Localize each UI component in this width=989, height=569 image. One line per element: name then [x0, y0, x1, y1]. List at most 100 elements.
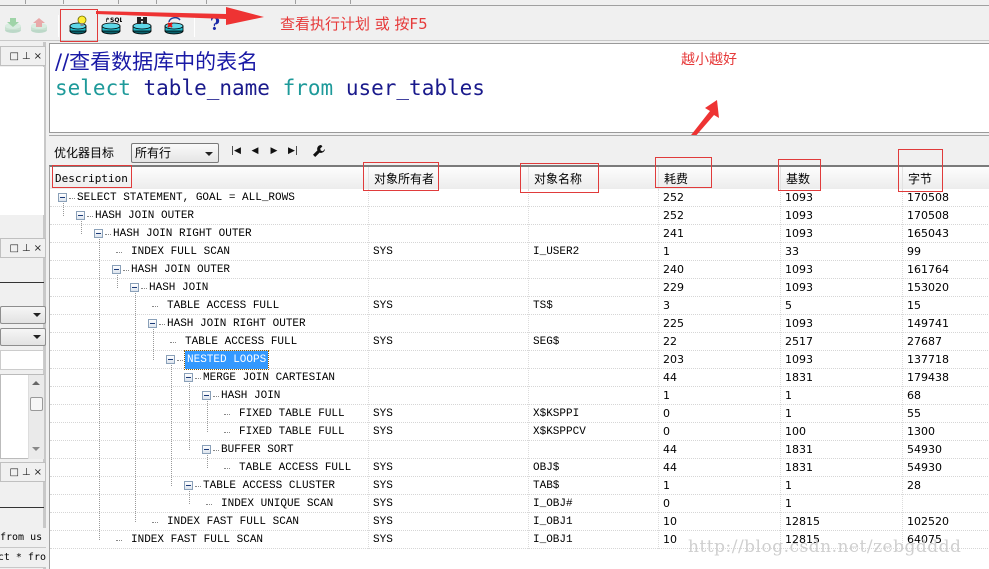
plan-row[interactable]: FIXED TABLE FULL SYS X$KSPPCV 0 100 1300: [50, 423, 989, 441]
optimizer-bar: 优化器目标 所有行 |◀ ◀ ▶ ▶|: [49, 135, 989, 165]
cost-value: 0: [663, 497, 670, 510]
plan-row[interactable]: TABLE ACCESS CLUSTER SYS TAB$ 1 1 28: [50, 477, 989, 495]
plan-row[interactable]: NESTED LOOPS 203 1093 137718: [50, 350, 989, 370]
annotation-box-bytes: [898, 149, 943, 192]
annotation-box-owner: [363, 162, 439, 191]
plan-row[interactable]: TABLE ACCESS FULL SYS SEG$ 22 2517 27687: [50, 333, 989, 351]
nav-first-button[interactable]: |◀: [229, 145, 243, 157]
object-owner: SYS: [373, 336, 393, 348]
history-item-2[interactable]: ct * fro: [0, 548, 46, 568]
cost-value: 44: [663, 371, 677, 384]
close-icon[interactable]: ×: [34, 243, 42, 254]
tree-connector: [116, 252, 122, 253]
plsql-developer-window: ↱SQL ? 查看执行计划 或 按F5 □ ⊥ × □ ⊥ × □ ⊥ × fr…: [0, 0, 989, 569]
divider: [0, 507, 44, 508]
cardinality-value: 1093: [785, 191, 813, 204]
collapse-icon[interactable]: [76, 211, 85, 220]
scroll-down-icon[interactable]: [32, 447, 40, 451]
plan-row[interactable]: MERGE JOIN CARTESIAN 44 1831 179438: [50, 369, 989, 387]
annotation-box-description: [52, 165, 132, 188]
left-list-scrollbar[interactable]: [28, 375, 44, 459]
preferences-button[interactable]: [311, 143, 327, 159]
object-owner: SYS: [373, 516, 393, 528]
bytes-value: 54930: [907, 461, 942, 474]
tree-connector: [224, 432, 230, 433]
restore-icon[interactable]: □: [9, 243, 18, 254]
collapse-icon[interactable]: [58, 193, 67, 202]
chevron-down-icon: [33, 335, 41, 339]
plan-row[interactable]: TABLE ACCESS FULL SYS OBJ$ 44 1831 54930: [50, 459, 989, 477]
cost-value: 1: [663, 389, 670, 402]
plan-row[interactable]: HASH JOIN RIGHT OUTER 225 1093 149741: [50, 315, 989, 333]
plan-operation: INDEX FULL SCAN: [131, 246, 231, 258]
plan-operation: HASH JOIN: [221, 390, 281, 402]
history-item-1[interactable]: from us: [0, 528, 46, 548]
nav-next-button[interactable]: ▶: [267, 145, 281, 157]
tree-guide: [207, 401, 208, 432]
cost-value: 225: [663, 317, 684, 330]
tree-connector: [152, 522, 158, 523]
collapse-icon[interactable]: [184, 373, 193, 382]
collapse-icon[interactable]: [184, 481, 193, 490]
plan-row[interactable]: HASH JOIN OUTER 252 1093 170508: [50, 207, 989, 225]
panel-content-1: [0, 67, 44, 215]
scroll-thumb[interactable]: [30, 397, 43, 411]
plan-operation: SELECT STATEMENT, GOAL = ALL_ROWS: [77, 192, 295, 204]
pin-icon[interactable]: ⊥: [22, 467, 31, 478]
explain-plan-grid[interactable]: Description 对象所有者 对象名称 耗费 基数 字节 SELECT S…: [49, 165, 989, 569]
close-icon[interactable]: ×: [34, 51, 42, 62]
plan-row[interactable]: HASH JOIN 229 1093 153020: [50, 279, 989, 297]
tree-connector: [170, 342, 176, 343]
last-icon: ▶|: [288, 146, 298, 156]
tree-connector: [206, 504, 212, 505]
cost-value: 10: [663, 515, 677, 528]
cardinality-value: 1093: [785, 353, 813, 366]
plan-row[interactable]: HASH JOIN RIGHT OUTER 241 1093 165043: [50, 225, 989, 243]
restore-icon[interactable]: □: [9, 51, 18, 62]
plan-row[interactable]: HASH JOIN OUTER 240 1093 161764: [50, 261, 989, 279]
left-combo-1[interactable]: [0, 306, 46, 324]
annotation-cost-hint: 越小越好: [681, 52, 737, 68]
plan-row[interactable]: INDEX FULL SCAN SYS I_USER2 1 33 99: [50, 243, 989, 261]
nav-last-button[interactable]: ▶|: [286, 145, 300, 157]
collapse-icon[interactable]: [202, 391, 211, 400]
object-owner: SYS: [373, 408, 393, 420]
plan-row[interactable]: TABLE ACCESS FULL SYS TS$ 3 5 15: [50, 297, 989, 315]
tree-guide: [189, 491, 190, 504]
next-icon: ▶: [270, 146, 278, 156]
collapse-icon[interactable]: [112, 265, 121, 274]
plan-operation: MERGE JOIN CARTESIAN: [203, 372, 336, 384]
annotation-arrow-right: [96, 7, 264, 25]
left-filter-input[interactable]: [0, 350, 44, 370]
prev-icon: ◀: [251, 146, 259, 156]
object-name: X$KSPPI: [533, 408, 580, 420]
optimizer-goal-select[interactable]: 所有行: [131, 143, 219, 163]
pin-icon[interactable]: ⊥: [22, 243, 31, 254]
tree-connector: [224, 468, 230, 469]
annotation-box-cardinality: [778, 159, 821, 191]
close-icon[interactable]: ×: [34, 467, 42, 478]
scroll-up-icon[interactable]: [32, 381, 40, 385]
collapse-icon[interactable]: [130, 283, 139, 292]
collapse-icon[interactable]: [166, 355, 175, 364]
wrench-icon: [313, 145, 325, 157]
bytes-value: 1300: [907, 425, 935, 438]
bytes-value: 28: [907, 479, 921, 492]
nav-prev-button[interactable]: ◀: [248, 145, 262, 157]
cardinality-value: 33: [785, 245, 799, 258]
plan-row[interactable]: HASH JOIN 1 1 68: [50, 387, 989, 405]
left-combo-2[interactable]: [0, 328, 46, 346]
tree-connector: [123, 270, 129, 271]
pin-icon[interactable]: ⊥: [22, 51, 31, 62]
plan-operation: HASH JOIN OUTER: [95, 210, 195, 222]
plan-row[interactable]: FIXED TABLE FULL SYS X$KSPPI 0 1 55: [50, 405, 989, 423]
collapse-icon[interactable]: [148, 319, 157, 328]
plan-row[interactable]: INDEX UNIQUE SCAN SYS I_OBJ# 0 1: [50, 495, 989, 513]
plan-row[interactable]: BUFFER SORT 44 1831 54930: [50, 441, 989, 459]
bytes-value: 27687: [907, 335, 942, 348]
restore-icon[interactable]: □: [9, 467, 18, 478]
collapse-icon[interactable]: [202, 445, 211, 454]
collapse-icon[interactable]: [94, 229, 103, 238]
sql-editor[interactable]: //查看数据库中的表名 select table_name from user_…: [49, 43, 989, 133]
plan-row[interactable]: INDEX FAST FULL SCAN SYS I_OBJ1 10 12815 1025…: [50, 513, 989, 531]
